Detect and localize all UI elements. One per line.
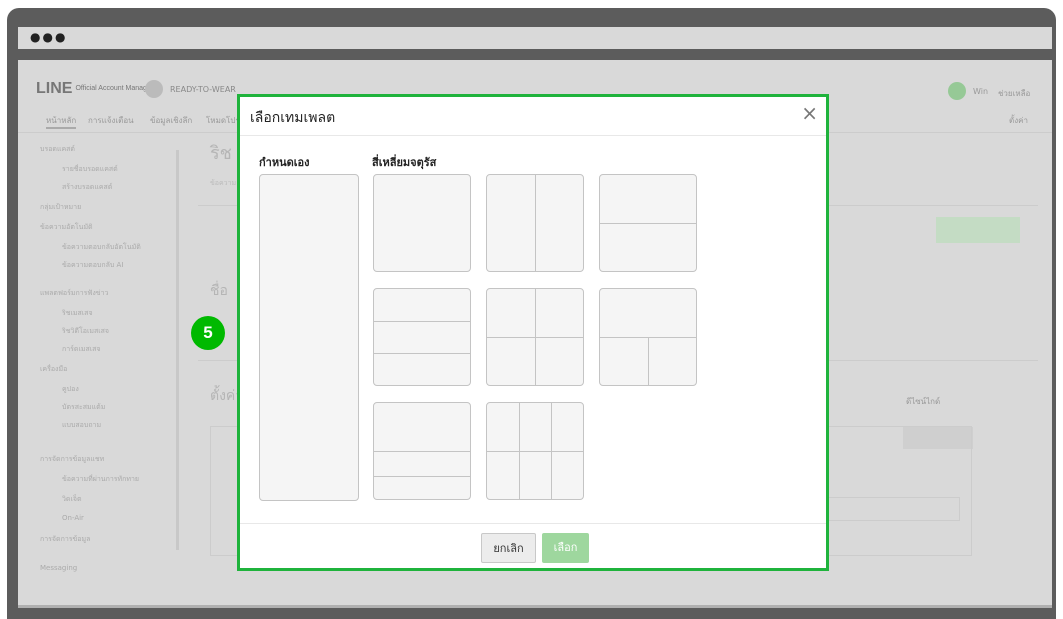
sidebar-item[interactable]: สร้างบรอดแคสต์	[62, 182, 112, 193]
template-square-5[interactable]	[486, 288, 584, 386]
template-square-1[interactable]	[373, 174, 471, 272]
account-name[interactable]: READY-TO-WEAR	[170, 85, 236, 94]
help-link[interactable]: ช่วยเหลือ	[998, 87, 1030, 100]
design-guide-link[interactable]: ดีไซน์ไกด์	[906, 395, 940, 408]
template-divider	[487, 451, 583, 452]
modal-title: เลือกเทมเพลต	[250, 110, 336, 126]
template-divider	[519, 403, 520, 499]
sidebar-item[interactable]: แพลตฟอร์มการฟังข่าว	[40, 288, 108, 299]
modal-footer: ยกเลิก เลือก	[240, 523, 826, 572]
sidebar-item[interactable]: การจัดการข้อมูล	[40, 534, 90, 545]
sidebar-item[interactable]: คูปอง	[62, 384, 79, 395]
sidebar-item[interactable]: ข้อความตอบกลับ AI	[62, 260, 123, 271]
sidebar-item[interactable]: เครื่องมือ	[40, 364, 67, 375]
sidebar: บรอดแคสต์ รายชื่อบรอดแคสต์ สร้างบรอดแคสต…	[18, 140, 188, 605]
template-square-2[interactable]	[486, 174, 584, 272]
line-oa-logo: LINE Official Account Manager	[36, 80, 153, 98]
template-custom[interactable]	[259, 174, 359, 501]
tab-notifications[interactable]: การแจ้งเตือน	[88, 114, 134, 127]
page-title: ริช	[210, 143, 232, 164]
window-bottom-edge	[18, 605, 1052, 608]
template-divider	[551, 403, 552, 499]
account-avatar[interactable]	[145, 80, 163, 98]
template-square-8[interactable]	[486, 402, 584, 500]
settings-link[interactable]: ตั้งค่า	[1009, 114, 1028, 127]
section-square-label: สี่เหลี่ยมจตุรัส	[372, 156, 437, 169]
tab-home[interactable]: หน้าหลัก	[46, 114, 77, 129]
sidebar-item[interactable]: ข้อความที่ผ่านการทักทาย	[62, 474, 139, 485]
window-titlebar	[18, 27, 1052, 49]
template-divider	[374, 353, 470, 354]
template-square-4[interactable]	[373, 288, 471, 386]
sidebar-item[interactable]: ข้อความอัตโนมัติ	[40, 222, 93, 233]
user-name[interactable]: Win	[973, 87, 988, 96]
tab-insights[interactable]: ข้อมูลเชิงลึก	[150, 114, 192, 127]
sidebar-item[interactable]: On-Air	[62, 514, 84, 522]
sidebar-item[interactable]: ข้อความตอบกลับอัตโนมัติ	[62, 242, 141, 253]
template-square-6[interactable]	[599, 288, 697, 386]
sidebar-item[interactable]: ริชเมสเสจ	[62, 308, 93, 319]
select-button[interactable]: เลือก	[542, 533, 589, 563]
template-divider	[374, 451, 470, 452]
template-divider	[374, 476, 470, 477]
step-badge: 5	[191, 316, 225, 350]
section-custom-label: กำหนดเอง	[259, 156, 310, 169]
template-divider	[535, 175, 536, 271]
logo-sub: Official Account Manager	[75, 85, 154, 93]
sidebar-item[interactable]: แบบสอบถาม	[62, 420, 101, 431]
page-subtitle: ข้อความ	[210, 179, 237, 187]
sidebar-scrollbar[interactable]	[176, 150, 179, 550]
close-icon[interactable]: ×	[801, 103, 818, 123]
sidebar-item[interactable]: การจัดการข้อมูลแชท	[40, 454, 104, 465]
template-modal: เลือกเทมเพลต × กำหนดเอง สี่เหลี่ยมจตุรัส…	[237, 94, 829, 571]
cancel-button[interactable]: ยกเลิก	[481, 533, 536, 563]
window-controls: ●●●	[30, 30, 68, 44]
modal-header: เลือกเทมเพลต ×	[240, 97, 826, 136]
sidebar-item[interactable]: ริชวิดีโอเมสเสจ	[62, 326, 109, 337]
template-divider	[535, 289, 536, 385]
sidebar-item[interactable]: Messaging	[40, 564, 77, 572]
logo-main: LINE	[36, 80, 73, 97]
template-square-3[interactable]	[599, 174, 697, 272]
sidebar-item[interactable]: วิดเจ็ต	[62, 494, 82, 505]
name-section-label: ชื่อ	[210, 283, 228, 299]
sidebar-item[interactable]: บรอดแคสต์	[40, 144, 75, 155]
template-divider	[374, 321, 470, 322]
sidebar-item[interactable]: การ์ดเมสเสจ	[62, 344, 101, 355]
sidebar-item[interactable]: กลุ่มเป้าหมาย	[40, 202, 81, 213]
sidebar-item[interactable]: รายชื่อบรอดแคสต์	[62, 164, 118, 175]
template-square-7[interactable]	[373, 402, 471, 500]
sidebar-item[interactable]: บัตรสะสมแต้ม	[62, 402, 105, 413]
template-divider	[648, 337, 649, 385]
save-button[interactable]	[936, 217, 1020, 243]
template-divider	[600, 223, 696, 224]
user-avatar[interactable]	[948, 82, 966, 100]
